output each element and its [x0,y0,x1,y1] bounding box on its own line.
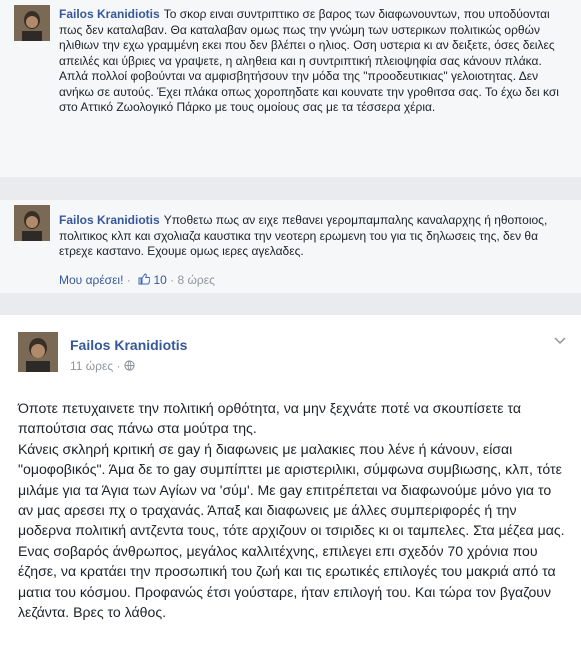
comment-body: Το σκορ ειναι συντριπτικο σε βαρος των δ… [59,7,559,114]
meta-separator: · [116,359,121,373]
avatar[interactable] [14,5,50,41]
comment-text: Failos Kranidiotis Το σκορ ειναι συντριπτ… [59,7,569,116]
post-card: Failos Kranidiotis 11 ώρες · Όποτε πετυχ… [0,315,581,660]
globe-icon[interactable] [124,359,135,373]
like-link[interactable]: Μου αρέσει! [59,273,123,287]
comment-author-link[interactable]: Failos Kranidiotis [59,7,160,21]
post-meta: 11 ώρες · [70,359,135,373]
post-time[interactable]: 11 ώρες [70,359,113,373]
comment-meta: Μου αρέσει! · 10 · 8 ώρες [59,273,215,287]
post-paragraph: Όποτε πετυχαινετε την πολιτική ορθότητα,… [18,400,522,437]
meta-separator: · [126,273,131,287]
meta-separator: · [170,273,175,287]
post-paragraph: Κάνεις σκληρή κριτική σε gay ή διαφωνεις… [18,440,565,539]
post-body: Όποτε πετυχαινετε την πολιτική ορθότητα,… [18,398,567,622]
comment-time[interactable]: 8 ώρες [178,273,215,287]
chevron-down-icon[interactable] [553,333,567,349]
thumbs-up-icon [138,273,153,287]
comment-author-link[interactable]: Failos Kranidiotis [59,213,160,227]
like-count[interactable]: 10 [153,273,166,287]
avatar[interactable] [18,332,58,372]
comment-text: Failos Kranidiotis Υποθετω πως αν ειχε πε… [59,213,569,260]
post-author-link[interactable]: Failos Kranidiotis [70,337,187,353]
comment-card: Failos Kranidiotis Υποθετω πως αν ειχε πε… [0,200,581,293]
avatar[interactable] [14,205,50,241]
comment-card: Failos Kranidiotis Το σκορ ειναι συντριπτ… [0,0,581,177]
post-paragraph: Ενας σοβαρός άνθρωπος, μεγάλος καλλιτέχν… [18,542,556,621]
